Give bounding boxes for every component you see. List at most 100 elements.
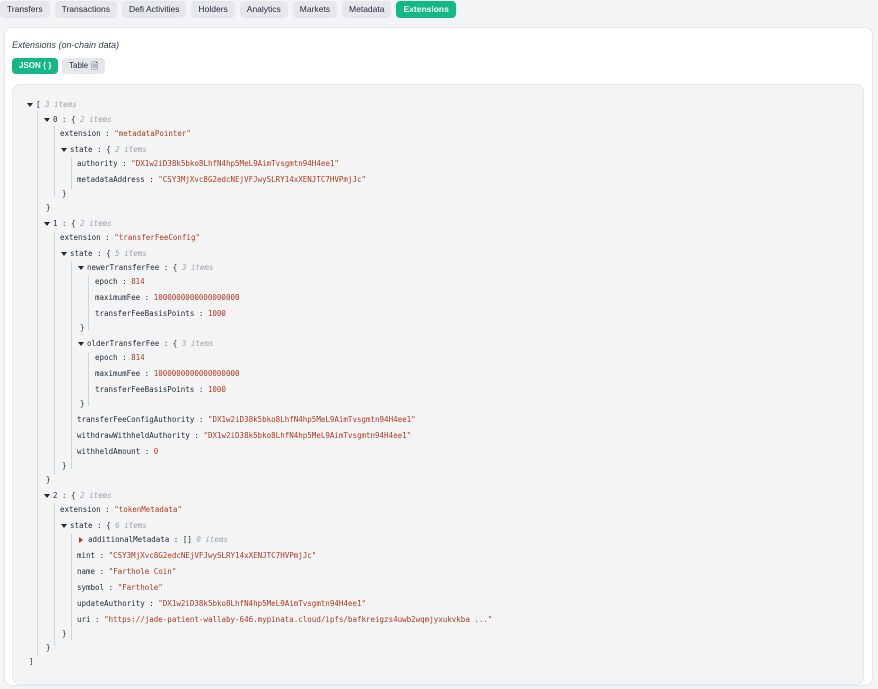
item-count: 6 items [115,521,147,530]
json-bracket: ] [29,657,34,666]
section-title: Extensions (on-chain data) [12,40,120,50]
indent-guide [88,276,89,330]
json-property: authority : "DX1w2iD38k5bko8LhfN4hp5MeL9… [77,159,339,168]
json-property: updateAuthority : "DX1w2iD38k5bko8LhfN4h… [77,599,366,608]
tab-metadata[interactable]: Metadata [342,1,392,18]
json-string: "DX1w2iD38k5bko8LhfN4hp5MeL9AimTvsgmtn94… [207,415,416,424]
tab-bar: Transfers Transactions Defi Activities H… [0,0,456,22]
item-count: 3 items [45,100,77,109]
item-count: 3 items [181,339,214,348]
caret-down-icon[interactable] [78,342,84,346]
json-view-button[interactable]: JSON { } [12,58,59,74]
document-icon: 🗎 [91,61,99,71]
caret-down-icon[interactable] [27,103,33,107]
tab-defi-activities[interactable]: Defi Activities [121,1,187,18]
tab-markets[interactable]: Markets [292,1,338,18]
json-brace: } [46,643,51,652]
indent-guide [54,231,55,475]
json-string: "DX1w2iD38k5bko8LhfN4hp5MeL9AimTvsgmtn94… [158,599,366,608]
json-number: 1000000000000000000 [153,369,240,378]
json-property: metadataAddress : "CSY3MjXvc8G2edcNEjVFJ… [77,175,366,184]
json-property: extension : "transferFeeConfig" [60,233,200,242]
tab-extensions[interactable]: Extensions [396,1,456,18]
json-number: 1000000000000000000 [153,293,240,302]
json-property: withdrawWithheldAuthority : "DX1w2iD38k5… [77,431,412,440]
json-viewer: [ 3 items 0 : { 2 items extension : "met… [12,84,864,685]
table-view-button[interactable]: Table 🗎 [62,58,106,74]
json-property: withheldAmount : 0 [77,447,159,456]
json-property: mint : "CSY3MjXvc8G2edcNEjVFJwySLRY14xXE… [77,551,317,560]
json-string: "DX1w2iD38k5bko8LhfN4hp5MeL9AimTvsgmtn94… [131,159,339,168]
json-property: epoch : 814 [95,353,145,362]
json-root[interactable]: [ 3 items [27,100,77,110]
json-node[interactable]: additionalMetadata : [] 0 items [79,535,228,545]
json-brace: } [46,475,51,484]
item-count: 2 items [115,145,147,154]
json-view-label: JSON { } [19,61,52,70]
indent-guide [54,126,55,196]
json-number: 814 [131,277,145,286]
item-count: 0 items [196,535,228,544]
indent-guide [54,504,55,646]
json-node[interactable]: 1 : { 2 items [44,219,112,229]
indent-guide [88,352,89,406]
item-count: 5 items [115,249,147,258]
indent-guide [71,534,72,640]
tab-transactions[interactable]: Transactions [54,1,117,18]
json-brace: } [46,203,51,212]
json-brace: } [80,323,85,332]
indent-guide [71,261,72,469]
json-string: "Farthole Coin" [108,567,177,576]
json-property: transferFeeBasisPoints : 1000 [95,385,226,394]
extensions-panel: Extensions (on-chain data) JSON { } Tabl… [4,27,873,686]
indent-guide [37,111,38,657]
json-node[interactable]: 0 : { 2 items [44,115,112,125]
json-property: epoch : 814 [95,277,145,286]
json-string: "tokenMetadata" [114,505,182,514]
json-node[interactable]: 2 : { 2 items [44,491,112,501]
json-string: "metadataPointer" [114,129,191,138]
caret-down-icon[interactable] [61,524,67,528]
item-count: 2 items [80,115,112,124]
json-property[interactable]: uri : "https://jade-patient-wallaby-646.… [77,615,492,625]
tab-holders[interactable]: Holders [191,1,235,18]
json-property: name : "Farthole Coin" [77,567,177,576]
json-node[interactable]: state : { 2 items [61,145,147,155]
json-node[interactable]: newerTransferFee : { 3 items [78,263,213,273]
item-count: 3 items [181,263,214,272]
json-string: "Farthole" [117,583,163,592]
json-string: "DX1w2iD38k5bko8LhfN4hp5MeL9AimTvsgmtn94… [203,431,412,440]
json-property: transferFeeBasisPoints : 1000 [95,309,226,318]
caret-down-icon[interactable] [78,266,84,270]
json-number: 1000 [207,385,226,394]
json-node[interactable]: olderTransferFee : { 3 items [78,339,213,349]
json-string: "https://jade-patient-wallaby-646.mypina… [104,615,493,624]
tab-analytics[interactable]: Analytics [239,1,288,18]
caret-right-icon[interactable] [79,537,83,543]
json-brace: } [62,461,67,470]
json-brace: } [80,399,85,408]
table-view-label: Table [69,61,89,70]
tab-transfers[interactable]: Transfers [0,1,50,18]
caret-down-icon[interactable] [44,222,50,226]
caret-down-icon[interactable] [61,252,67,256]
json-string: "transferFeeConfig" [114,233,200,242]
json-property: maximumFee : 1000000000000000000 [95,293,240,302]
json-property: maximumFee : 1000000000000000000 [95,369,240,378]
json-number: 1000 [207,309,226,318]
json-property: transferFeeConfigAuthority : "DX1w2iD38k… [77,415,416,424]
json-property: extension : "metadataPointer" [60,129,191,138]
caret-down-icon[interactable] [44,494,50,498]
caret-down-icon[interactable] [44,118,50,122]
json-string: "CSY3MjXvc8G2edcNEjVFJwySLRY14xXENJTC7HV… [158,175,366,184]
json-node[interactable]: state : { 5 items [61,249,147,259]
json-brace: } [62,189,67,198]
json-string: "CSY3MjXvc8G2edcNEjVFJwySLRY14xXENJTC7HV… [108,551,317,560]
item-count: 2 items [80,491,112,500]
json-number: 0 [153,447,159,456]
caret-down-icon[interactable] [61,148,67,152]
indent-guide [71,157,72,189]
json-brace: } [62,629,67,638]
json-node[interactable]: state : { 6 items [61,521,147,531]
json-property: extension : "tokenMetadata" [60,505,182,514]
